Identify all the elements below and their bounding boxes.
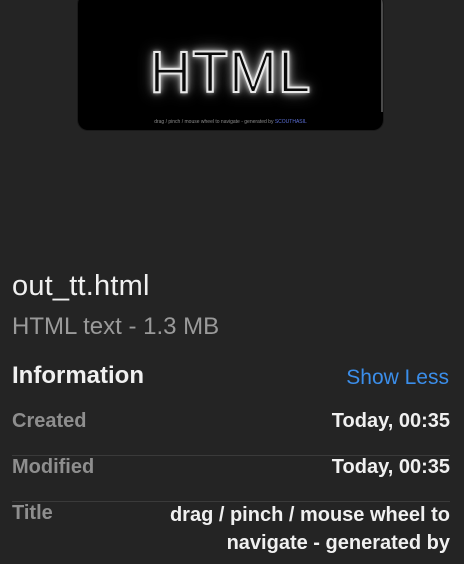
created-value: Today, 00:35 [331,410,450,432]
preview-caption-text: drag / pinch / mouse wheel to navigate -… [154,119,274,125]
modified-value: Today, 00:35 [331,456,450,478]
info-panel: HTML drag / pinch / mouse wheel to navig… [0,0,464,564]
info-row-modified: Modified Today, 00:35 [12,456,450,502]
info-row-created: Created Today, 00:35 [12,410,450,456]
info-row-title: Title drag / pinch / mouse wheel to navi… [12,502,450,564]
preview-caption: drag / pinch / mouse wheel to navigate -… [78,119,383,125]
title-value: drag / pinch / mouse wheel to navigate -… [169,504,450,554]
information-header: Information [12,362,144,389]
preview-html-word: HTML [149,40,312,105]
file-preview-thumbnail[interactable]: HTML drag / pinch / mouse wheel to navig… [78,0,383,130]
show-less-button[interactable]: Show Less [346,366,449,390]
file-name: out_tt.html [12,270,150,302]
created-label: Created [12,410,87,432]
preview-scroll-edge [381,0,383,112]
modified-label: Modified [12,456,95,478]
title-label: Title [12,502,53,524]
preview-caption-link: SCOUTHASIL [274,119,307,125]
file-kind-size: HTML text - 1.3 MB [12,313,220,340]
